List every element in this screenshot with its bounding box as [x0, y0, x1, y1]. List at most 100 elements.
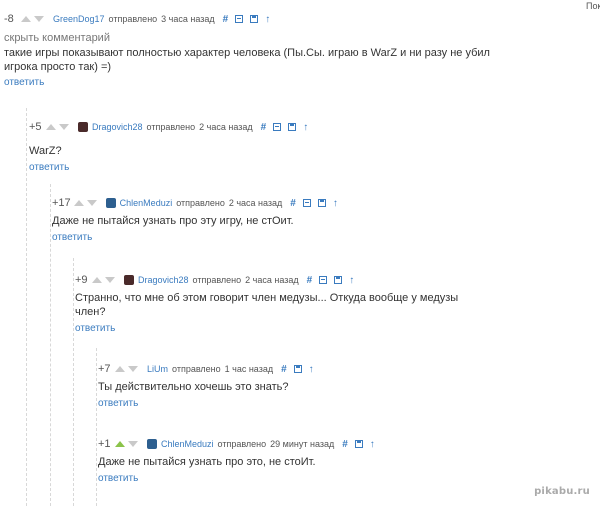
upvote-arrow-icon[interactable] — [21, 16, 31, 22]
posted-label: отправлено — [176, 198, 225, 208]
comment-text-line: Странно, что мне об этом говорит член ме… — [75, 292, 459, 304]
comment-header: +7 LiUm отправлено 1 час назад # ↑ — [98, 362, 593, 376]
save-icon[interactable] — [293, 365, 302, 373]
comment: -8 GreenDog17 отправлено 3 часа назад # … — [4, 12, 594, 88]
posted-label: отправлено — [217, 439, 267, 449]
comment: +5 Dragovich28 отправлено 2 часа назад #… — [29, 120, 589, 173]
thread-line — [26, 108, 27, 506]
parent-arrow-icon[interactable]: ↑ — [309, 364, 314, 375]
avatar[interactable] — [78, 122, 88, 132]
comment-text: Даже не пытайся узнать про эту игру, не … — [52, 214, 592, 228]
comment: +17 ChlenMeduzi отправлено 2 часа назад … — [52, 196, 592, 243]
comment-author[interactable]: ChlenMeduzi — [161, 439, 214, 449]
comment-text-line: Ты действительно хочешь это знать? — [98, 381, 289, 393]
downvote-arrow-icon[interactable] — [34, 16, 44, 22]
upvote-arrow-icon[interactable] — [46, 124, 56, 130]
avatar[interactable] — [124, 275, 134, 285]
comment-text-line: Даже не пытайся узнать про это, не стоИт… — [98, 456, 316, 468]
comment-header: -8 GreenDog17 отправлено 3 часа назад # … — [4, 12, 594, 26]
posted-label: отправлено — [146, 122, 196, 132]
comment-author[interactable]: LiUm — [147, 364, 168, 374]
avatar[interactable] — [105, 198, 116, 208]
posted-label: отправлено — [108, 14, 158, 24]
avatar[interactable] — [147, 439, 157, 449]
collapse-icon[interactable] — [302, 199, 311, 207]
reply-link[interactable]: ответить — [98, 473, 138, 484]
permalink-hash-icon[interactable]: # — [307, 275, 313, 286]
reply-link[interactable]: ответить — [75, 323, 115, 334]
comment-rating: +7 — [98, 363, 111, 375]
comment-time: 3 часа назад — [161, 14, 215, 24]
comment-rating: +1 — [98, 438, 111, 450]
page-corner-text: Пок — [586, 1, 600, 11]
comment-header: +1 ChlenMeduzi отправлено 29 минут назад… — [98, 437, 593, 451]
upvote-arrow-icon[interactable] — [73, 200, 84, 206]
comment-text: Даже не пытайся узнать про это, не стоИт… — [98, 455, 593, 469]
reply-link[interactable]: ответить — [29, 162, 69, 173]
comment-tools: # ↑ — [307, 275, 355, 286]
permalink-hash-icon[interactable]: # — [342, 439, 348, 450]
comment-header: +5 Dragovich28 отправлено 2 часа назад #… — [29, 120, 589, 134]
collapse-icon[interactable] — [273, 123, 282, 131]
collapse-icon[interactable] — [235, 15, 244, 23]
permalink-hash-icon[interactable]: # — [261, 122, 267, 133]
permalink-hash-icon[interactable]: # — [223, 14, 229, 25]
comment-time: 2 часа назад — [245, 275, 299, 285]
parent-arrow-icon[interactable]: ↑ — [333, 198, 338, 209]
upvote-arrow-icon[interactable] — [92, 277, 102, 283]
comment-time: 1 час назад — [224, 364, 274, 374]
comment-header: +9 Dragovich28 отправлено 2 часа назад #… — [75, 273, 595, 287]
permalink-hash-icon[interactable]: # — [290, 198, 296, 209]
parent-arrow-icon[interactable]: ↑ — [370, 439, 375, 450]
comment-rating: +17 — [52, 197, 71, 209]
comment-text: Ты действительно хочешь это знать? — [98, 380, 593, 394]
permalink-hash-icon[interactable]: # — [281, 364, 287, 375]
comment-text-line: такие игры показывают полностью характер… — [4, 47, 490, 59]
upvote-arrow-icon[interactable] — [115, 366, 125, 372]
comment: +9 Dragovich28 отправлено 2 часа назад #… — [75, 273, 595, 334]
reply-link[interactable]: ответить — [4, 77, 44, 88]
comment: +1 ChlenMeduzi отправлено 29 минут назад… — [98, 437, 593, 484]
comment-text-line: Даже не пытайся узнать про эту игру, не … — [52, 215, 294, 227]
posted-label: отправлено — [192, 275, 242, 285]
save-icon[interactable] — [334, 276, 343, 284]
comment-text: WarZ? — [29, 144, 589, 158]
parent-arrow-icon[interactable]: ↑ — [303, 122, 308, 133]
comment-time: 2 часа назад — [228, 198, 283, 208]
vote-arrows — [115, 366, 141, 372]
comment-author[interactable]: Dragovich28 — [92, 122, 143, 132]
comment-author[interactable]: GreenDog17 — [53, 14, 105, 24]
reply-link[interactable]: ответить — [52, 232, 92, 243]
comment-tools: # ↑ — [290, 198, 338, 209]
downvote-arrow-icon[interactable] — [59, 124, 69, 130]
comment-author[interactable]: ChlenMeduzi — [120, 198, 173, 208]
vote-arrows — [115, 441, 141, 447]
downvote-arrow-icon[interactable] — [105, 277, 115, 283]
save-icon[interactable] — [288, 123, 297, 131]
hide-comment-link[interactable]: скрыть комментарий — [4, 32, 110, 44]
downvote-arrow-icon[interactable] — [86, 200, 97, 206]
save-icon[interactable] — [317, 199, 326, 207]
comment-tools: # ↑ — [261, 122, 309, 133]
parent-arrow-icon[interactable]: ↑ — [265, 14, 270, 25]
comment: +7 LiUm отправлено 1 час назад # ↑ Ты де… — [98, 362, 593, 409]
comment-rating: -8 — [4, 13, 14, 25]
downvote-arrow-icon[interactable] — [128, 441, 138, 447]
save-icon[interactable] — [354, 440, 363, 448]
downvote-arrow-icon[interactable] — [128, 366, 138, 372]
save-icon[interactable] — [250, 15, 259, 23]
parent-arrow-icon[interactable]: ↑ — [349, 275, 354, 286]
comment-author[interactable]: Dragovich28 — [138, 275, 189, 285]
vote-arrows — [73, 200, 100, 206]
collapse-icon[interactable] — [319, 276, 328, 284]
comment-text-line: игрока просто так) =) — [4, 61, 112, 73]
comment-tools: # ↑ — [281, 364, 314, 375]
comment-rating: +5 — [29, 121, 42, 133]
vote-arrows — [21, 16, 47, 22]
upvote-arrow-icon[interactable] — [115, 441, 125, 447]
comment-text: такие игры показывают полностью характер… — [4, 46, 594, 74]
vote-arrows — [46, 124, 72, 130]
comment-text-line: WarZ? — [29, 145, 62, 157]
reply-link[interactable]: ответить — [98, 398, 138, 409]
comment-rating: +9 — [75, 274, 88, 286]
